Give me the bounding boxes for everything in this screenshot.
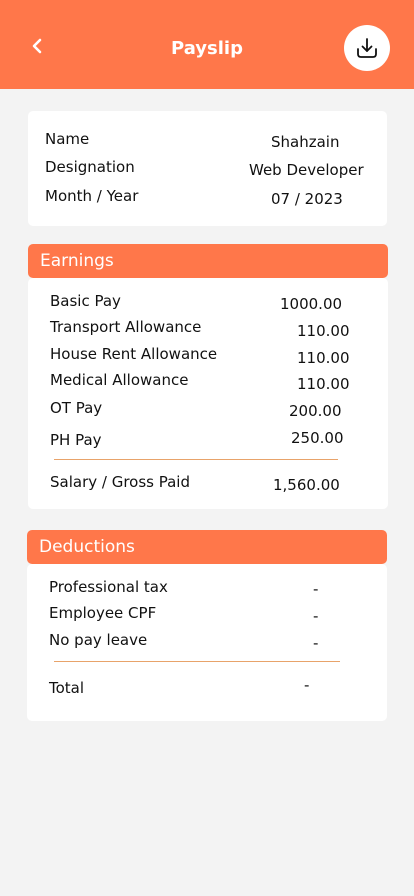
deduction-value: - <box>313 634 319 652</box>
name-value: Shahzain <box>271 133 340 151</box>
name-label: Name <box>45 130 90 148</box>
download-icon <box>357 38 377 58</box>
deductions-total-value: - <box>304 676 310 694</box>
period-label: Month / Year <box>45 187 139 205</box>
deductions-card: Professional tax - Employee CPF - No pay… <box>27 564 387 721</box>
deductions-total-label: Total <box>49 679 85 697</box>
earning-label: Basic Pay <box>50 292 121 310</box>
gross-paid-label: Salary / Gross Paid <box>50 473 190 491</box>
designation-value: Web Developer <box>249 161 364 179</box>
earning-value: 110.00 <box>297 375 350 393</box>
deduction-label: No pay leave <box>49 631 148 649</box>
earning-label: House Rent Allowance <box>50 345 218 363</box>
earnings-title: Earnings <box>40 251 114 271</box>
earnings-header: Earnings <box>28 244 388 278</box>
earning-value: 200.00 <box>289 402 342 420</box>
earnings-divider <box>54 459 338 460</box>
deduction-label: Employee CPF <box>49 604 157 622</box>
deduction-value: - <box>313 580 319 598</box>
earning-label: Transport Allowance <box>50 318 202 336</box>
earning-value: 250.00 <box>291 429 344 447</box>
earning-label: OT Pay <box>50 399 103 417</box>
earning-label: Medical Allowance <box>50 371 189 389</box>
earning-label: PH Pay <box>50 431 102 449</box>
deduction-value: - <box>313 607 319 625</box>
designation-label: Designation <box>45 158 135 176</box>
download-button[interactable] <box>344 25 390 71</box>
deduction-label: Professional tax <box>49 578 168 596</box>
employee-info-card: Name Shahzain Designation Web Developer … <box>28 111 387 226</box>
earning-value: 110.00 <box>297 349 350 367</box>
earning-value: 110.00 <box>297 322 350 340</box>
deductions-title: Deductions <box>39 537 135 557</box>
deductions-header: Deductions <box>27 530 387 564</box>
gross-paid-value: 1,560.00 <box>273 476 340 494</box>
earning-value: 1000.00 <box>280 295 343 313</box>
app-header: Payslip <box>0 0 414 89</box>
period-value: 07 / 2023 <box>271 190 343 208</box>
earnings-card: Basic Pay 1000.00 Transport Allowance 11… <box>28 278 388 509</box>
deductions-divider <box>54 661 340 662</box>
